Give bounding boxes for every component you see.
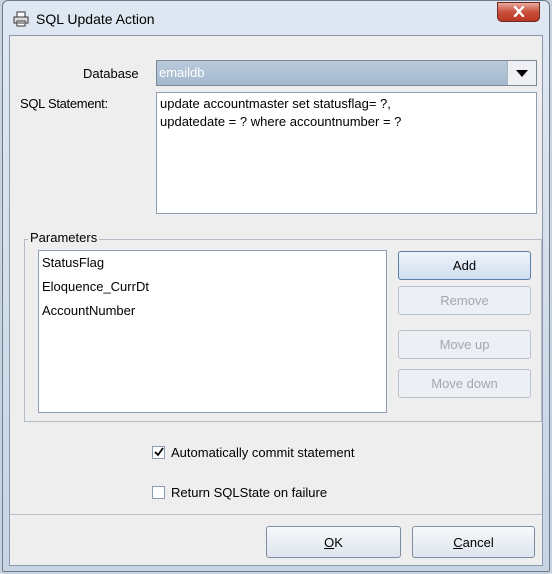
- cancel-mnemonic: C: [453, 534, 463, 550]
- database-value: emaildb: [159, 65, 205, 80]
- list-item[interactable]: AccountNumber: [39, 299, 386, 323]
- chevron-down-icon: [516, 66, 528, 81]
- title-bar[interactable]: SQL Update Action: [3, 1, 549, 35]
- dropdown-button[interactable]: [507, 61, 536, 85]
- add-button[interactable]: Add: [398, 251, 531, 280]
- sql-statement-textarea[interactable]: update accountmaster set statusflag= ?, …: [156, 92, 537, 214]
- close-icon: [513, 5, 525, 20]
- parameters-legend: Parameters: [28, 230, 100, 245]
- database-label: Database: [83, 66, 139, 81]
- list-item[interactable]: StatusFlag: [39, 251, 386, 275]
- sql-statement-label: SQL Statement:: [20, 96, 108, 111]
- window-title: SQL Update Action: [36, 11, 155, 27]
- parameters-list[interactable]: StatusFlag Eloquence_CurrDt AccountNumbe…: [38, 250, 387, 413]
- database-select[interactable]: emaildb: [156, 60, 537, 86]
- move-up-button[interactable]: Move up: [398, 330, 531, 359]
- return-sqlstate-label: Return SQLState on failure: [171, 485, 328, 500]
- return-sqlstate-option[interactable]: Return SQLState on failure: [152, 485, 327, 500]
- ok-mnemonic: O: [324, 534, 335, 550]
- auto-commit-label: Automatically commit statement: [171, 445, 355, 460]
- move-down-button[interactable]: Move down: [398, 369, 531, 398]
- cancel-button[interactable]: Cancel: [412, 526, 535, 558]
- dialog-window: SQL Update Action Database emaildb SQL S…: [2, 0, 550, 572]
- close-button[interactable]: [497, 2, 540, 22]
- ok-label-rest: K: [334, 534, 343, 550]
- ok-button[interactable]: OK: [266, 526, 401, 558]
- list-item[interactable]: Eloquence_CurrDt: [39, 275, 386, 299]
- cancel-label-rest: ancel: [462, 534, 494, 550]
- return-sqlstate-checkbox[interactable]: [152, 486, 165, 499]
- remove-button[interactable]: Remove: [398, 286, 531, 315]
- auto-commit-option[interactable]: Automatically commit statement: [152, 445, 355, 460]
- footer-divider: [10, 514, 542, 515]
- printer-icon: [13, 11, 29, 27]
- auto-commit-checkbox[interactable]: [152, 446, 165, 459]
- checkmark-icon: [153, 445, 164, 460]
- dialog-body: Database emaildb SQL Statement: update a…: [9, 35, 543, 566]
